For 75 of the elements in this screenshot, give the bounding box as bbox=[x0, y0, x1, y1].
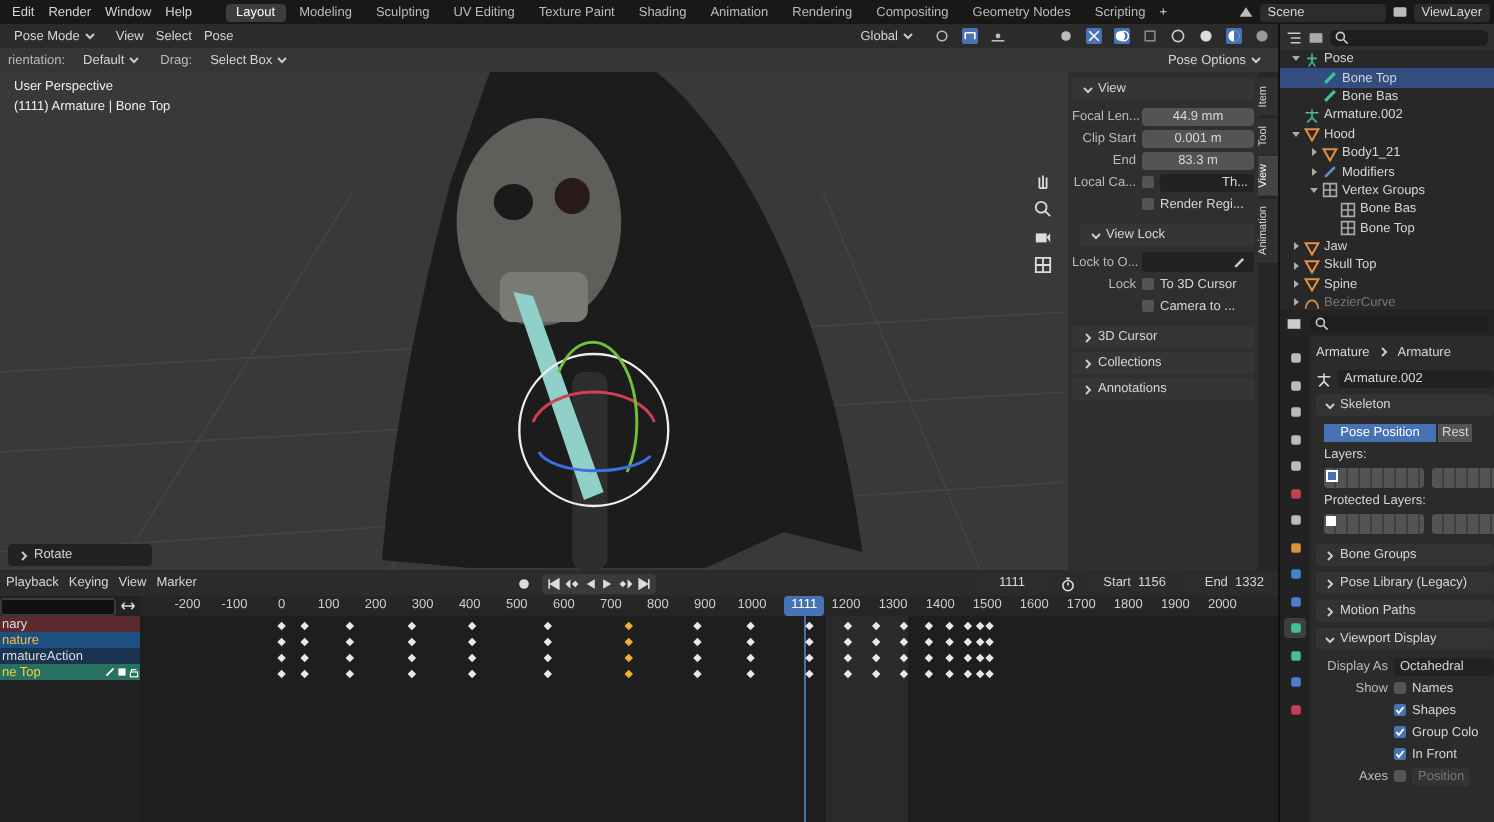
keyframe-track-drawing[interactable] bbox=[277, 621, 994, 631]
chevron-icon bbox=[1324, 549, 1336, 561]
snap-icon[interactable] bbox=[962, 28, 978, 44]
chevron-icon bbox=[1082, 331, 1094, 343]
expand-arrow-icon[interactable] bbox=[1290, 259, 1302, 272]
chevron-icon bbox=[1324, 577, 1336, 589]
gizmo-icon[interactable] bbox=[1086, 28, 1102, 44]
chevron-icon bbox=[1324, 605, 1336, 617]
stopwatch-icon[interactable] bbox=[1060, 575, 1076, 591]
layer-grid[interactable] bbox=[1324, 514, 1424, 534]
caret-icon bbox=[128, 54, 141, 66]
resize-arrows-icon[interactable] bbox=[120, 598, 136, 614]
checkbox[interactable] bbox=[1142, 198, 1154, 210]
layer-grid[interactable] bbox=[1324, 468, 1424, 488]
keyframe-track-drawing[interactable] bbox=[277, 653, 994, 663]
expand-arrow-icon[interactable] bbox=[1290, 52, 1302, 65]
checkbox[interactable] bbox=[1142, 176, 1154, 188]
checkbox[interactable] bbox=[1394, 770, 1406, 782]
chevron-icon bbox=[1082, 383, 1094, 395]
previous-keyframe-icon[interactable] bbox=[563, 575, 580, 591]
checkbox-icon[interactable] bbox=[116, 666, 128, 678]
checkbox[interactable] bbox=[1394, 748, 1406, 760]
eyedropper-icon[interactable] bbox=[1232, 254, 1248, 270]
chevron-icon bbox=[1090, 229, 1102, 241]
expand-arrow-icon[interactable] bbox=[1308, 184, 1320, 197]
keyframe-track-drawing[interactable] bbox=[277, 669, 994, 679]
grid-icon[interactable] bbox=[1034, 256, 1052, 274]
keyframe-track-drawing[interactable] bbox=[277, 637, 994, 647]
checkbox[interactable] bbox=[1394, 682, 1406, 694]
chevron-icon bbox=[1324, 399, 1336, 411]
caret-icon bbox=[83, 30, 96, 42]
wireframe-shading-icon[interactable] bbox=[1170, 28, 1186, 44]
expand-arrow-icon[interactable] bbox=[1308, 165, 1320, 178]
caret-icon bbox=[902, 30, 914, 42]
chevron-icon bbox=[1324, 633, 1336, 645]
chevron-icon bbox=[1082, 357, 1094, 369]
solid-shading-icon[interactable] bbox=[1198, 28, 1214, 44]
expand-arrow-icon[interactable] bbox=[1308, 146, 1320, 159]
properties-tab[interactable] bbox=[1284, 618, 1306, 638]
pivot-icon[interactable] bbox=[934, 28, 950, 44]
chevron-icon bbox=[1377, 346, 1390, 358]
rotate-gizmo-drawing[interactable] bbox=[518, 340, 670, 508]
proportional-icon[interactable] bbox=[990, 28, 1006, 44]
search-field[interactable] bbox=[1330, 29, 1488, 45]
camera-icon[interactable] bbox=[1034, 228, 1052, 246]
overlay-icon[interactable] bbox=[1114, 28, 1130, 44]
caret-icon bbox=[1250, 54, 1262, 66]
expand-arrow-icon[interactable] bbox=[1290, 127, 1302, 140]
expand-arrow-icon[interactable] bbox=[1290, 296, 1302, 309]
checkbox[interactable] bbox=[1394, 704, 1406, 716]
next-keyframe-icon[interactable] bbox=[617, 575, 634, 591]
wrench-icon[interactable] bbox=[104, 666, 116, 678]
zoom-icon[interactable] bbox=[1034, 200, 1052, 218]
channel-search-field[interactable] bbox=[0, 597, 116, 615]
caret-icon bbox=[276, 54, 289, 66]
play-icon[interactable] bbox=[599, 575, 616, 591]
rendered-shading-icon[interactable] bbox=[1254, 28, 1270, 44]
hand-icon[interactable] bbox=[1034, 172, 1052, 190]
object-picker-field[interactable] bbox=[1142, 252, 1254, 272]
expand-arrow-icon[interactable] bbox=[1290, 240, 1302, 253]
material-shading-icon[interactable] bbox=[1226, 28, 1242, 44]
search-field[interactable] bbox=[1310, 315, 1488, 331]
lock-icon[interactable] bbox=[128, 666, 140, 678]
checkbox[interactable] bbox=[1142, 278, 1154, 290]
chevron-icon bbox=[18, 549, 30, 561]
checkbox[interactable] bbox=[1142, 300, 1154, 312]
checkbox[interactable] bbox=[1394, 726, 1406, 738]
search-icon bbox=[1314, 315, 1330, 331]
chevron-icon bbox=[1082, 83, 1094, 95]
record-icon[interactable] bbox=[515, 575, 532, 591]
expand-arrow-icon[interactable] bbox=[1290, 278, 1302, 291]
search-icon bbox=[1334, 29, 1350, 45]
jump-end-icon[interactable] bbox=[635, 575, 652, 591]
display-mode-icon[interactable] bbox=[1286, 29, 1302, 45]
jump-start-icon[interactable] bbox=[545, 575, 562, 591]
